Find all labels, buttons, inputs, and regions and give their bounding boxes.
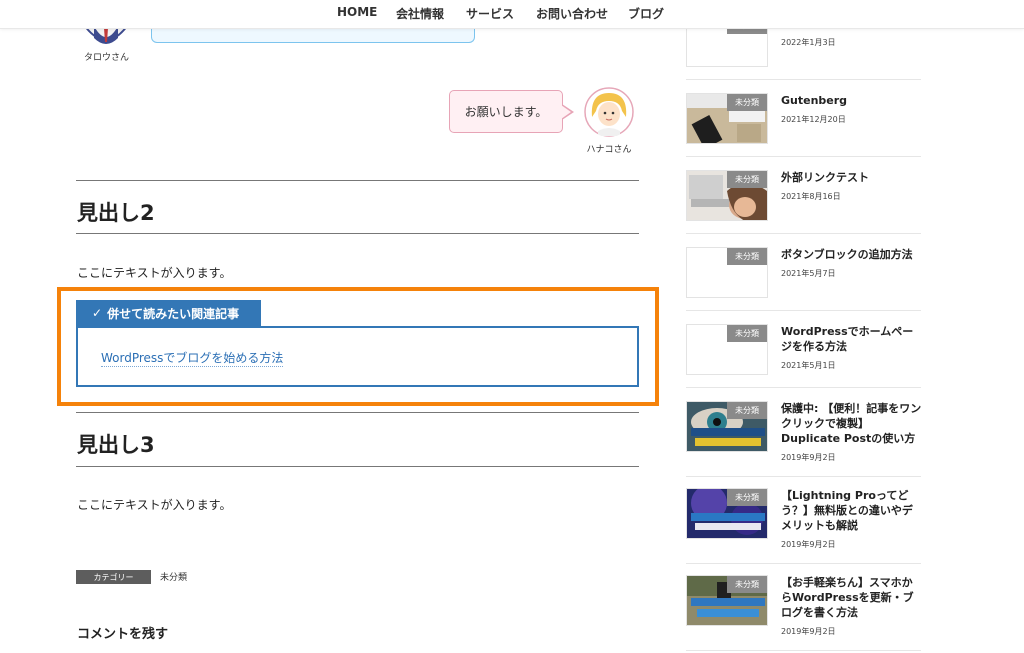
post-title[interactable]: 保護中: 【便利！記事をワンクリックで複製】Duplicate Postの使い方 <box>781 401 923 446</box>
category-badge: 未分類 <box>727 248 767 265</box>
post-date: 2021年12月20日 <box>781 115 846 124</box>
sidebar-post[interactable]: 未分類 【Lightning Proってどう？】無料版との違いやデメリットも解説… <box>686 488 921 565</box>
post-separator <box>686 387 921 388</box>
post-title[interactable]: 外部リンクテスト <box>781 170 923 185</box>
category-badge: 未分類 <box>727 94 767 111</box>
post-title[interactable]: WordPressでホームページを作る方法 <box>781 324 923 354</box>
post-separator <box>686 650 921 651</box>
top-navigation: HOME 会社情報 サービス お問い合わせ ブログ <box>0 0 1024 29</box>
nav-home[interactable]: HOME <box>337 5 377 19</box>
nav-blog[interactable]: ブログ <box>628 5 664 22</box>
category-badge: 未分類 <box>727 402 767 419</box>
hanako-message: お願いします。 <box>464 105 548 119</box>
post-separator <box>686 476 921 477</box>
post-separator <box>686 79 921 80</box>
post-separator <box>686 310 921 311</box>
nav-services[interactable]: サービス <box>466 5 514 22</box>
taro-name: タロウさん <box>84 53 130 63</box>
sidebar-post[interactable]: 未分類 【お手軽楽ちん】スマホからWordPressを更新・ブログを書く方法 2… <box>686 575 921 652</box>
sidebar-post[interactable]: 未分類 WordPressでホームページを作る方法 2021年5月1日 <box>686 324 921 401</box>
heading3-top-rule <box>76 412 639 413</box>
heading-2: 見出し2 <box>77 201 155 225</box>
related-articles-tab: ✓ 併せて読みたい関連記事 <box>76 300 261 326</box>
heading2-top-rule <box>76 180 639 181</box>
hanako-avatar <box>584 87 634 137</box>
sidebar-post[interactable]: 未分類 Gutenberg 2021年12月20日 <box>686 93 921 170</box>
nav-contact[interactable]: お問い合わせ <box>536 5 608 22</box>
post-title[interactable]: 【お手軽楽ちん】スマホからWordPressを更新・ブログを書く方法 <box>781 575 923 620</box>
related-article-link[interactable]: WordPressでブログを始める方法 <box>101 349 284 367</box>
comment-heading: コメントを残す <box>77 627 169 642</box>
sidebar-post[interactable]: 未分類 外部リンクテスト 2021年8月16日 <box>686 170 921 247</box>
post-date: 2021年5月1日 <box>781 361 836 370</box>
post-thumbnail-eye[interactable]: 未分類 <box>686 401 768 452</box>
paragraph-2: ここにテキストが入ります。 <box>77 498 232 512</box>
related-articles-label: 併せて読みたい関連記事 <box>107 306 240 321</box>
heading2-bottom-rule <box>76 233 639 234</box>
post-thumbnail[interactable]: 未分類 <box>686 324 768 375</box>
post-title[interactable]: ボタンブロックの追加方法 <box>781 247 923 262</box>
category-badge: 未分類 <box>727 325 767 342</box>
hanako-name: ハナコさん <box>586 145 632 155</box>
post-thumbnail-laptop-woman[interactable]: 未分類 <box>686 170 768 221</box>
sidebar-post[interactable]: 未分類 ボタンブロックの追加方法 2021年5月7日 <box>686 247 921 324</box>
post-thumbnail[interactable]: 未分類 <box>686 247 768 298</box>
post-date: 2022年1月3日 <box>781 38 836 47</box>
post-separator <box>686 563 921 564</box>
post-thumbnail-desk-phone[interactable]: 未分類 <box>686 93 768 144</box>
category-badge: 未分類 <box>727 171 767 188</box>
post-separator <box>686 233 921 234</box>
post-separator <box>686 156 921 157</box>
post-date: 2019年9月2日 <box>781 453 836 462</box>
post-thumbnail-lightning[interactable]: 未分類 <box>686 488 768 539</box>
sidebar-post[interactable]: 未分類 保護中: 【便利！記事をワンクリックで複製】Duplicate Post… <box>686 401 921 478</box>
heading3-bottom-rule <box>76 466 639 467</box>
check-icon: ✓ <box>92 306 103 320</box>
post-date: 2021年8月16日 <box>781 192 841 201</box>
paragraph-1: ここにテキストが入ります。 <box>77 266 232 280</box>
nav-company[interactable]: 会社情報 <box>396 5 444 22</box>
category-badge: 未分類 <box>727 489 767 506</box>
post-thumbnail-smartphone[interactable]: 未分類 <box>686 575 768 626</box>
post-date: 2019年9月2日 <box>781 540 836 549</box>
post-title[interactable]: Gutenberg <box>781 93 923 108</box>
category-badge: カテゴリー <box>76 570 151 584</box>
post-date: 2019年9月2日 <box>781 627 836 636</box>
post-title[interactable]: 【Lightning Proってどう？】無料版との違いやデメリットも解説 <box>781 488 923 533</box>
category-link[interactable]: 未分類 <box>160 570 187 583</box>
category-badge: 未分類 <box>727 576 767 593</box>
bubble-arrow-inner <box>561 105 571 119</box>
post-date: 2021年5月7日 <box>781 269 836 278</box>
hanako-speech-bubble: お願いします。 <box>449 90 563 133</box>
heading-3: 見出し3 <box>77 433 155 457</box>
